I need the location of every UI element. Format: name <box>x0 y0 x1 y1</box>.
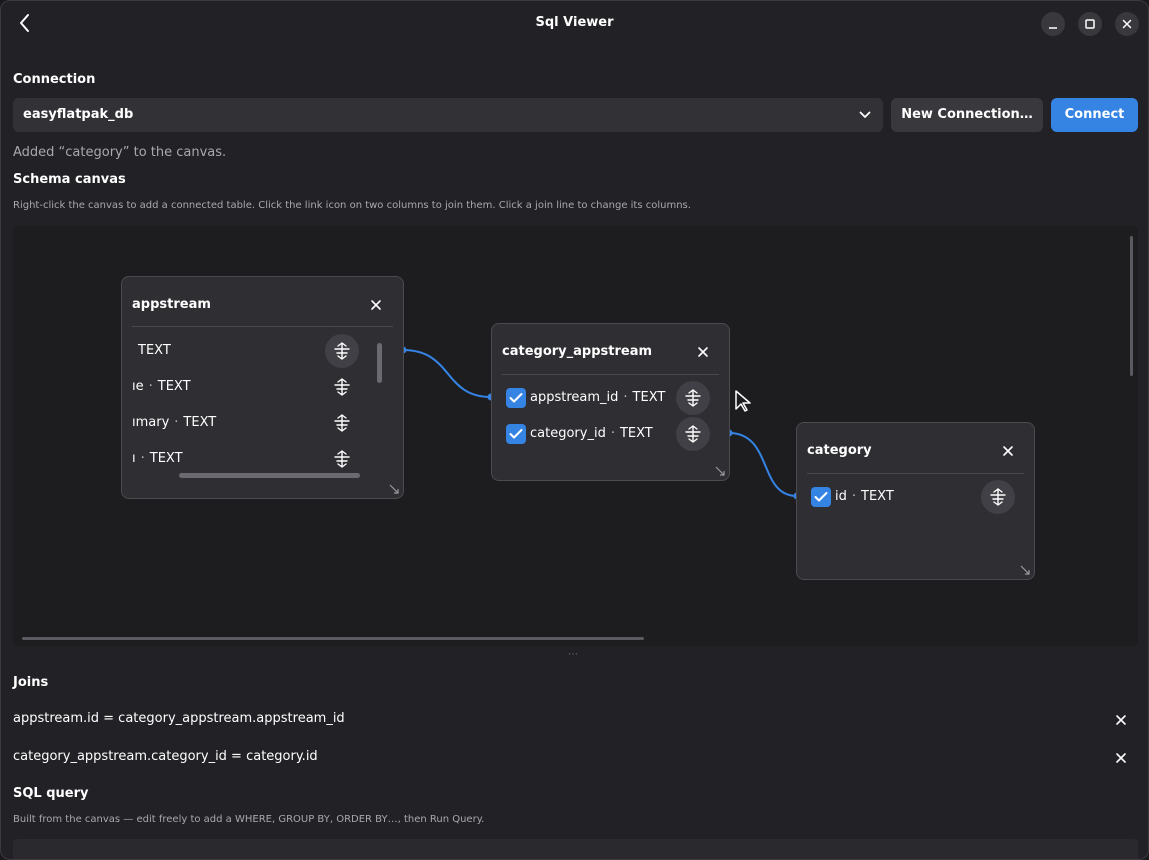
close-icon <box>1122 19 1132 29</box>
close-icon <box>1003 446 1013 456</box>
column-type: TEXT <box>619 426 653 441</box>
column-row: ımary · TEXT <box>132 415 217 430</box>
remove-join-button[interactable] <box>1114 750 1128 764</box>
sql-query-editor[interactable] <box>13 839 1138 859</box>
join-item[interactable]: category_appstream.category_id = categor… <box>13 749 318 764</box>
titlebar: Sql Viewer <box>1 1 1148 47</box>
table-vertical-scrollbar[interactable] <box>377 343 382 383</box>
new-connection-button[interactable]: New Connection… <box>891 98 1043 132</box>
table-header-divider <box>132 326 393 327</box>
pane-resize-handle[interactable]: ⋯ <box>568 649 579 660</box>
link-icon <box>334 414 350 432</box>
link-icon <box>685 389 701 407</box>
table-horizontal-scrollbar[interactable] <box>179 473 360 478</box>
link-icon <box>990 488 1006 506</box>
table-card-category[interactable]: category id · TEXT <box>796 422 1035 580</box>
column-row: appstream_id · TEXT <box>530 390 666 405</box>
column-row: TEXT <box>132 343 171 358</box>
column-row: ı · TEXT <box>132 451 183 466</box>
column-type: TEXT <box>861 489 894 504</box>
column-type: TEXT <box>183 415 217 430</box>
sql-query-label: SQL query <box>13 786 89 801</box>
resize-grip-icon[interactable] <box>715 466 725 476</box>
column-checkbox[interactable] <box>506 424 526 444</box>
table-header-divider <box>807 473 1024 474</box>
maximize-icon <box>1085 19 1095 29</box>
remove-table-button[interactable] <box>1001 443 1015 457</box>
join-item[interactable]: appstream.id = category_appstream.appstr… <box>13 711 345 726</box>
table-title: appstream <box>132 297 211 312</box>
close-icon <box>1116 715 1126 725</box>
canvas-horizontal-scrollbar[interactable] <box>22 637 644 640</box>
column-row: category_id · TEXT <box>530 426 653 441</box>
app-window: Sql Viewer Connection easyflatpak_db New… <box>0 0 1149 860</box>
column-type: TEXT <box>157 379 191 394</box>
table-title: category <box>807 443 872 458</box>
column-link-button[interactable] <box>325 442 359 476</box>
schema-canvas-hint: Right-click the canvas to add a connecte… <box>13 200 691 211</box>
column-type: TEXT <box>138 343 171 358</box>
mouse-pointer-icon <box>735 390 751 412</box>
column-type: TEXT <box>149 451 183 466</box>
remove-table-button[interactable] <box>696 344 710 358</box>
resize-grip-icon[interactable] <box>1020 565 1030 575</box>
resize-grip-icon[interactable] <box>389 484 399 494</box>
column-link-button[interactable] <box>981 480 1015 514</box>
link-icon <box>334 342 350 360</box>
close-icon <box>371 300 381 310</box>
connection-selected-value: easyflatpak_db <box>23 107 134 122</box>
link-icon <box>685 425 701 443</box>
table-card-appstream[interactable]: appstream TEXT ıe · TEXT ımary · TEXT ı … <box>121 276 404 499</box>
close-icon <box>698 347 708 357</box>
table-header-divider <box>502 374 719 375</box>
column-checkbox[interactable] <box>811 487 831 507</box>
join-line-appstream-category-appstream[interactable] <box>402 349 492 398</box>
check-icon <box>509 429 523 439</box>
maximize-button[interactable] <box>1078 12 1102 36</box>
remove-join-button[interactable] <box>1114 712 1128 726</box>
schema-canvas-label: Schema canvas <box>13 172 126 187</box>
column-link-button[interactable] <box>325 370 359 404</box>
column-checkbox[interactable] <box>506 388 526 408</box>
joins-label: Joins <box>13 675 49 690</box>
check-icon <box>814 492 828 502</box>
minimize-icon <box>1049 27 1057 29</box>
column-link-button[interactable] <box>325 406 359 440</box>
canvas-vertical-scrollbar[interactable] <box>1130 236 1133 376</box>
status-message: Added “category” to the canvas. <box>13 145 227 160</box>
join-line-category-appstream-category[interactable] <box>728 432 798 497</box>
remove-table-button[interactable] <box>369 297 383 311</box>
check-icon <box>509 393 523 403</box>
close-icon <box>1116 753 1126 763</box>
link-icon <box>334 450 350 468</box>
schema-canvas[interactable]: appstream TEXT ıe · TEXT ımary · TEXT ı … <box>13 226 1138 646</box>
column-link-button[interactable] <box>676 417 710 451</box>
link-icon <box>334 378 350 396</box>
chevron-down-icon <box>859 111 871 118</box>
sql-query-hint: Built from the canvas — edit freely to a… <box>13 814 485 825</box>
connection-dropdown[interactable]: easyflatpak_db <box>13 98 883 132</box>
close-window-button[interactable] <box>1115 12 1139 36</box>
connect-button[interactable]: Connect <box>1051 98 1138 132</box>
table-title: category_appstream <box>502 344 653 359</box>
column-row: id · TEXT <box>835 489 894 504</box>
window-title: Sql Viewer <box>535 15 614 30</box>
column-row: ıe · TEXT <box>132 379 191 394</box>
column-link-button[interactable] <box>325 334 359 368</box>
connection-label: Connection <box>13 72 96 87</box>
column-type: TEXT <box>632 390 666 405</box>
column-link-button[interactable] <box>676 381 710 415</box>
table-card-category-appstream[interactable]: category_appstream appstream_id · TEXT cat… <box>491 323 730 481</box>
minimize-button[interactable] <box>1041 12 1065 36</box>
